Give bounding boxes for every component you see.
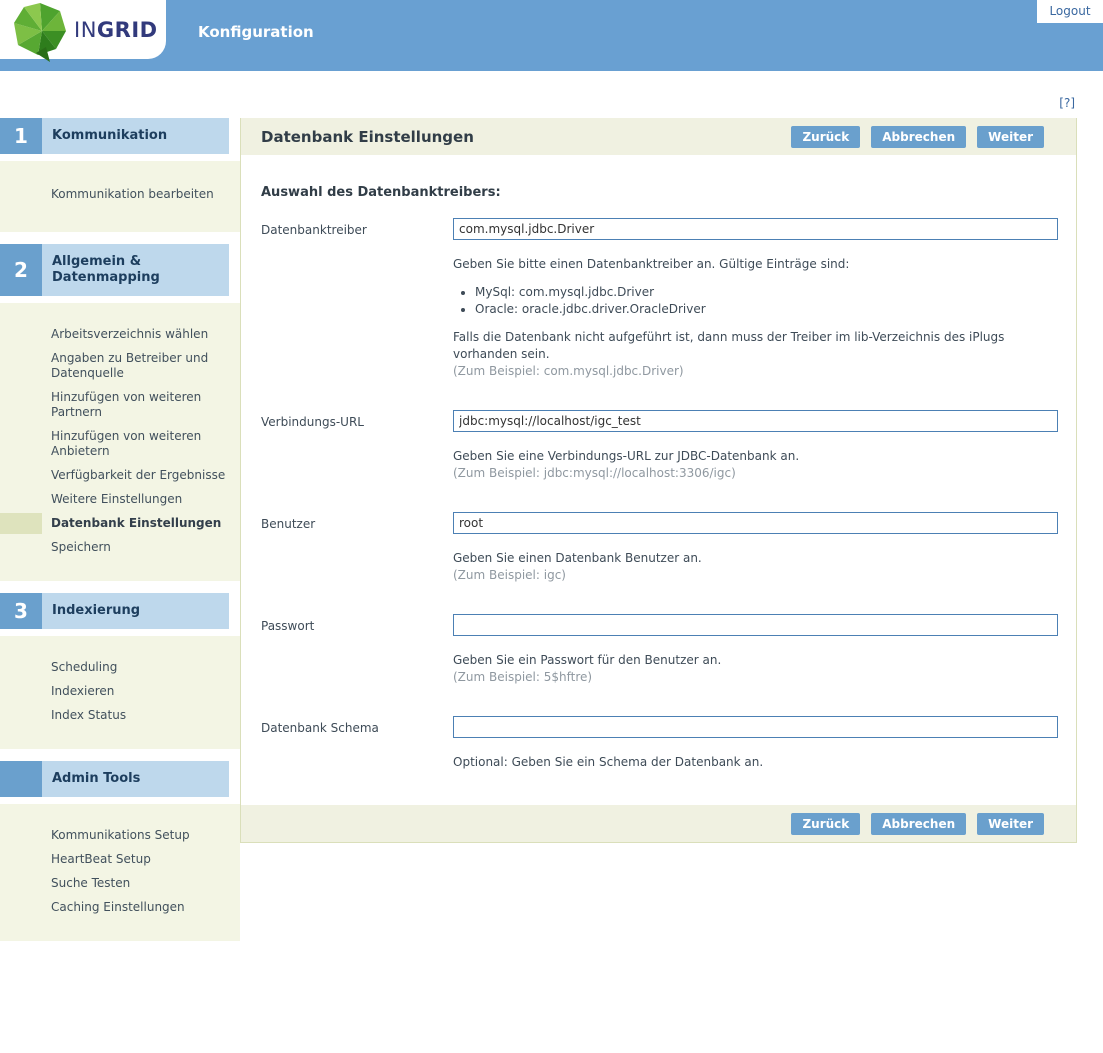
list-item-oracle-driver: Oracle: oracle.jdbc.driver.OracleDriver <box>475 302 1058 317</box>
panel-titlebar: Datenbank Einstellungen Zurück Abbrechen… <box>241 118 1076 155</box>
passwort-input[interactable] <box>453 614 1058 636</box>
section-links: Kommunikation bearbeiten <box>0 161 240 232</box>
sidebar-item-datenbank-einstellungen[interactable]: Datenbank Einstellungen <box>0 516 240 531</box>
back-button-bottom[interactable]: Zurück <box>791 813 860 835</box>
form-row-verbindungs-url: Verbindungs-URL Geben Sie eine Verbindun… <box>261 410 1056 482</box>
panel-footer: Zurück Abbrechen Weiter <box>241 805 1076 842</box>
section-header-indexierung: 3 Indexierung <box>0 593 229 629</box>
form-row-datenbanktreiber: Datenbanktreiber Geben Sie bitte einen D… <box>261 218 1056 380</box>
sidebar-item-index-status[interactable]: Index Status <box>0 708 240 723</box>
app-header: INGRID Konfiguration Logout <box>0 0 1103 71</box>
datenbank-schema-help: Optional: Geben Sie ein Schema der Daten… <box>453 754 1058 771</box>
sidebar-section-kommunikation: 1 Kommunikation Kommunikation bearbeiten <box>0 118 240 232</box>
section-title: Allgemein & Datenmapping <box>42 244 229 296</box>
sidebar-item-weitere-einstellungen[interactable]: Weitere Einstellungen <box>0 492 240 507</box>
field-label-passwort: Passwort <box>261 614 453 686</box>
form-section-heading: Auswahl des Datenbanktreibers: <box>261 185 1056 200</box>
logo-box[interactable]: INGRID <box>0 0 166 59</box>
back-button-top[interactable]: Zurück <box>791 126 860 148</box>
section-number-badge: 2 <box>0 244 42 296</box>
datenbanktreiber-note: Falls die Datenbank nicht aufgeführt ist… <box>453 329 1058 363</box>
section-number-badge: 1 <box>0 118 42 154</box>
sidebar-section-allgemein-datenmapping: 2 Allgemein & Datenmapping Arbeitsverzei… <box>0 244 240 581</box>
form-content: Auswahl des Datenbanktreibers: Datenbank… <box>241 155 1076 771</box>
sidebar-item-kommunikation-bearbeiten[interactable]: Kommunikation bearbeiten <box>0 187 240 202</box>
cancel-button-top[interactable]: Abbrechen <box>871 126 966 148</box>
form-row-datenbank-schema: Datenbank Schema Optional: Geben Sie ein… <box>261 716 1056 771</box>
section-header-allgemein: 2 Allgemein & Datenmapping <box>0 244 229 296</box>
field-label-benutzer: Benutzer <box>261 512 453 584</box>
sidebar-item-heartbeat-setup[interactable]: HeartBeat Setup <box>0 852 240 867</box>
datenbanktreiber-input[interactable] <box>453 218 1058 240</box>
sidebar-item-weitere-partner[interactable]: Hinzufügen von weiteren Partnern <box>0 390 240 420</box>
sidebar-item-scheduling[interactable]: Scheduling <box>0 660 240 675</box>
sidebar-item-indexieren[interactable]: Indexieren <box>0 684 240 699</box>
section-links: Arbeitsverzeichnis wählen Angaben zu Bet… <box>0 303 240 581</box>
verbindungs-url-help: Geben Sie eine Verbindungs-URL zur JDBC-… <box>453 448 1058 465</box>
form-row-benutzer: Benutzer Geben Sie einen Datenbank Benut… <box>261 512 1056 584</box>
section-header-kommunikation: 1 Kommunikation <box>0 118 229 154</box>
sidebar-item-caching-einstellungen[interactable]: Caching Einstellungen <box>0 900 240 915</box>
sidebar: 1 Kommunikation Kommunikation bearbeiten… <box>0 118 240 953</box>
section-header-admin-tools: Admin Tools <box>0 761 229 797</box>
list-item-mysql-driver: MySql: com.mysql.jdbc.Driver <box>475 285 1058 300</box>
benutzer-input[interactable] <box>453 512 1058 534</box>
benutzer-example: (Zum Beispiel: igc) <box>453 567 1058 584</box>
section-title: Admin Tools <box>42 761 229 797</box>
form-row-passwort: Passwort Geben Sie ein Passwort für den … <box>261 614 1056 686</box>
sidebar-item-weitere-anbieter[interactable]: Hinzufügen von weiteren Anbietern <box>0 429 240 459</box>
verbindungs-url-example: (Zum Beispiel: jdbc:mysql://localhost:33… <box>453 465 1058 482</box>
page-title: Datenbank Einstellungen <box>261 128 780 146</box>
sidebar-item-kommunikations-setup[interactable]: Kommunikations Setup <box>0 828 240 843</box>
sidebar-item-verfuegbarkeit[interactable]: Verfügbarkeit der Ergebnisse <box>0 468 240 483</box>
next-button-bottom[interactable]: Weiter <box>977 813 1044 835</box>
page-header-title: Konfiguration <box>198 23 314 41</box>
benutzer-help: Geben Sie einen Datenbank Benutzer an. <box>453 550 1058 567</box>
help-link[interactable]: [?] <box>1059 96 1075 110</box>
driver-examples-list: MySql: com.mysql.jdbc.Driver Oracle: ora… <box>475 285 1058 317</box>
section-links: Scheduling Indexieren Index Status <box>0 636 240 749</box>
section-title: Kommunikation <box>42 118 229 154</box>
cancel-button-bottom[interactable]: Abbrechen <box>871 813 966 835</box>
sidebar-item-arbeitsverzeichnis[interactable]: Arbeitsverzeichnis wählen <box>0 327 240 342</box>
sidebar-section-admin-tools: Admin Tools Kommunikations Setup HeartBe… <box>0 761 240 941</box>
section-links: Kommunikations Setup HeartBeat Setup Suc… <box>0 804 240 941</box>
field-label-datenbanktreiber: Datenbanktreiber <box>261 218 453 380</box>
section-title: Indexierung <box>42 593 229 629</box>
logout-button[interactable]: Logout <box>1037 0 1103 23</box>
passwort-help: Geben Sie ein Passwort für den Benutzer … <box>453 652 1058 669</box>
field-label-verbindungs-url: Verbindungs-URL <box>261 410 453 482</box>
section-number-badge <box>0 761 42 797</box>
datenbank-schema-input[interactable] <box>453 716 1058 738</box>
sidebar-item-angaben-betreiber[interactable]: Angaben zu Betreiber und Datenquelle <box>0 351 240 381</box>
sidebar-section-indexierung: 3 Indexierung Scheduling Indexieren Inde… <box>0 593 240 749</box>
next-button-top[interactable]: Weiter <box>977 126 1044 148</box>
datenbanktreiber-example: (Zum Beispiel: com.mysql.jdbc.Driver) <box>453 363 1058 380</box>
ingrid-logo-icon <box>10 1 68 63</box>
verbindungs-url-input[interactable] <box>453 410 1058 432</box>
section-number-badge: 3 <box>0 593 42 629</box>
logo-text: INGRID <box>74 18 158 42</box>
main-panel: Datenbank Einstellungen Zurück Abbrechen… <box>240 118 1077 843</box>
datenbanktreiber-help: Geben Sie bitte einen Datenbanktreiber a… <box>453 256 1058 273</box>
sidebar-item-speichern[interactable]: Speichern <box>0 540 240 555</box>
sidebar-item-suche-testen[interactable]: Suche Testen <box>0 876 240 891</box>
passwort-example: (Zum Beispiel: 5$hftre) <box>453 669 1058 686</box>
field-label-datenbank-schema: Datenbank Schema <box>261 716 453 771</box>
